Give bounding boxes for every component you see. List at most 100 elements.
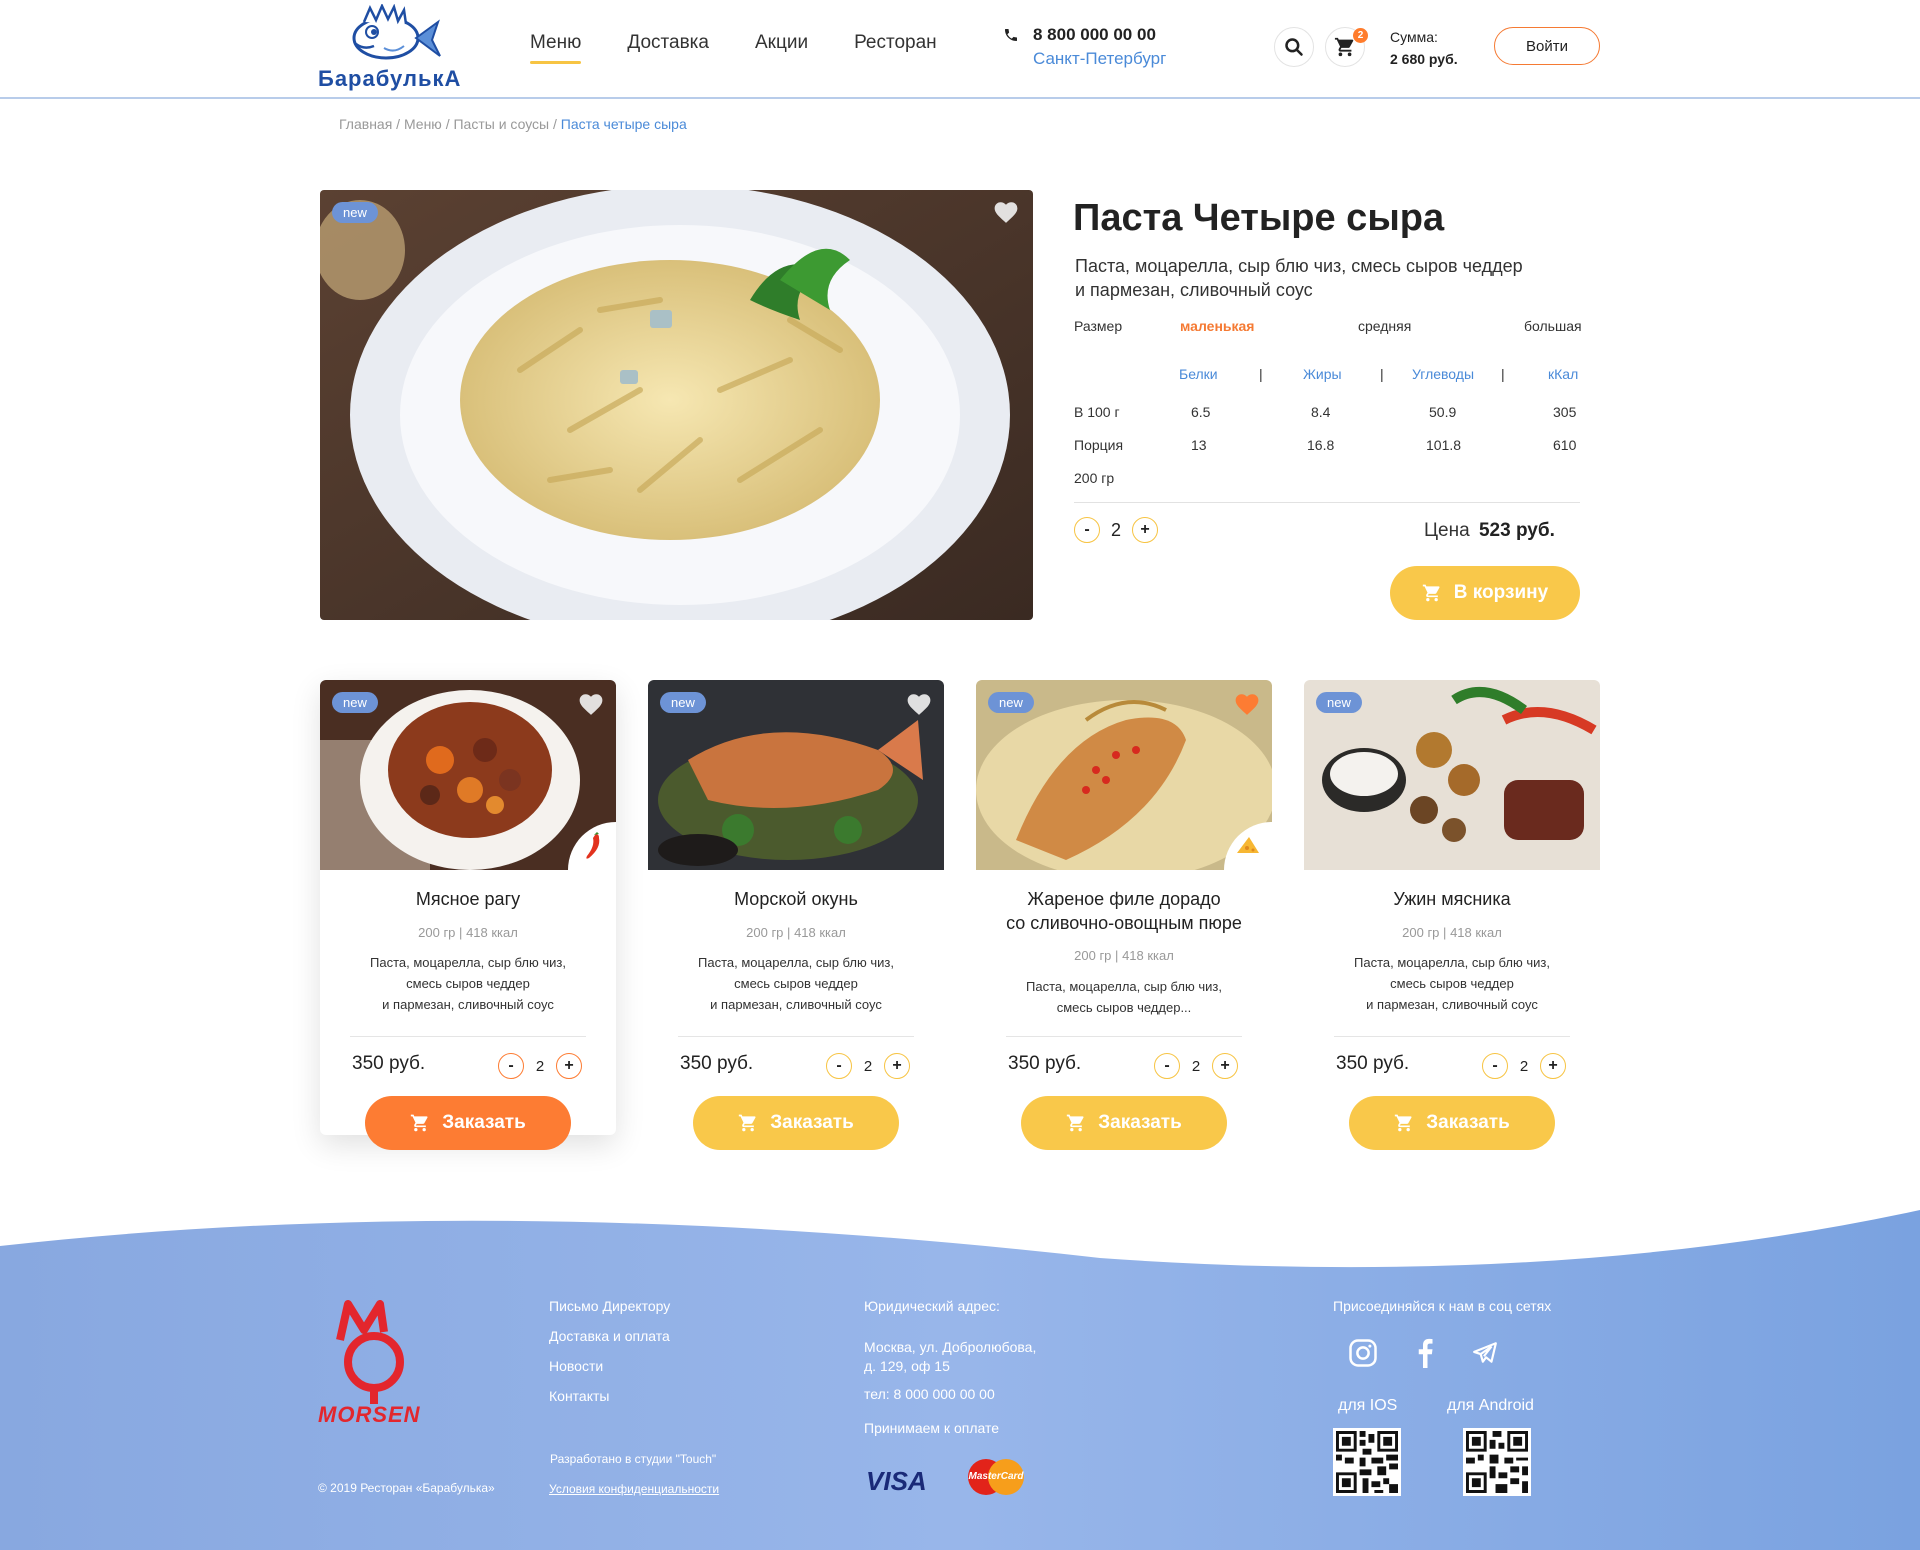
breadcrumb-menu[interactable]: Меню / (404, 116, 450, 132)
quantity-stepper: - 2 + (826, 1053, 910, 1079)
nav-item-delivery[interactable]: Доставка (627, 32, 709, 64)
qty-value[interactable]: 2 (1508, 1058, 1540, 1075)
nutr-value: 50.9 (1429, 404, 1457, 420)
footer-phone[interactable]: тел: 8 000 000 00 00 (864, 1386, 1036, 1402)
card-meta-separator: | (1115, 948, 1119, 963)
product-card[interactable]: new Жареное филе дорадо со сливочно-овощ… (976, 680, 1272, 1150)
add-to-cart-button[interactable]: В корзину (1390, 566, 1580, 620)
card-divider (1334, 1036, 1570, 1037)
qty-value[interactable]: 2 (1100, 520, 1132, 541)
qty-minus-button[interactable]: - (826, 1053, 852, 1079)
order-button[interactable]: Заказать (365, 1096, 571, 1150)
divider (1074, 502, 1580, 503)
nutr-separator: | (1259, 366, 1263, 382)
size-option-small[interactable]: маленькая (1180, 318, 1254, 334)
sum-label: Сумма: (1390, 29, 1438, 45)
footer-link-director[interactable]: Письмо Директору (549, 1298, 670, 1314)
social-heading: Присоединяйся к нам в соц сетях (1333, 1298, 1552, 1314)
card-title: Жареное филе дорадо со сливочно-овощным … (976, 887, 1272, 935)
search-icon (1285, 38, 1303, 56)
search-button[interactable] (1274, 27, 1314, 67)
login-button[interactable]: Войти (1494, 27, 1600, 65)
card-meta-separator: | (787, 925, 791, 940)
qty-value[interactable]: 2 (1180, 1058, 1212, 1075)
card-meta: 200 гр | 418 ккал (976, 948, 1272, 963)
card-kcal: 418 ккал (466, 925, 518, 940)
nutr-row-label: Порция (1074, 437, 1124, 453)
product-card[interactable]: new Мясное рагу 200 гр | 418 ккал Паста,… (320, 680, 616, 1150)
card-kcal: 418 ккал (794, 925, 846, 940)
card-description-line: смесь сыров чеддер... (1056, 1000, 1192, 1015)
cheese-icon (1237, 837, 1259, 853)
order-label: Заказать (770, 1112, 854, 1133)
header-phone[interactable]: 8 800 000 00 00 (1033, 25, 1156, 45)
order-button[interactable]: Заказать (1021, 1096, 1227, 1150)
nav-item-promos[interactable]: Акции (755, 32, 808, 64)
card-weight: 200 гр (1074, 948, 1112, 963)
city-selector[interactable]: Санкт-Петербург (1033, 49, 1166, 69)
contact-block: 8 800 000 00 00 Санкт-Петербург (1003, 25, 1166, 69)
card-description-line: и пармезан, сливочный соус (1366, 997, 1538, 1012)
quantity-stepper: - 2 + (1074, 517, 1158, 543)
nav-item-menu[interactable]: Меню (530, 32, 582, 64)
qty-minus-button[interactable]: - (1154, 1053, 1180, 1079)
card-weight: 200 гр (1402, 925, 1440, 940)
order-button[interactable]: Заказать (693, 1096, 899, 1150)
size-label: Размер (1074, 318, 1123, 334)
favorite-heart-active-icon[interactable] (1234, 692, 1260, 716)
card-kcal: 418 ккал (1122, 948, 1174, 963)
footer-link-contacts[interactable]: Контакты (549, 1388, 670, 1404)
new-badge: new (332, 202, 378, 223)
quantity-stepper: - 2 + (1482, 1053, 1566, 1079)
card-description-line: Паста, моцарелла, сыр блю чиз, (370, 955, 566, 970)
footer-link-delivery[interactable]: Доставка и оплата (549, 1328, 670, 1344)
instagram-icon[interactable] (1348, 1338, 1378, 1368)
product-card[interactable]: new Ужин мясника 200 гр | 418 ккал Паста… (1304, 680, 1600, 1150)
qty-plus-button[interactable]: + (1132, 517, 1158, 543)
breadcrumb-category[interactable]: Пасты и соусы / (453, 116, 556, 132)
order-label: Заказать (1098, 1112, 1182, 1133)
card-description: Паста, моцарелла, сыр блю чиз, смесь сыр… (1324, 952, 1580, 1015)
breadcrumb-home[interactable]: Главная / (339, 116, 400, 132)
facebook-icon[interactable] (1414, 1338, 1436, 1368)
studio-credit[interactable]: Разработано в студии "Touch" (550, 1452, 716, 1466)
qty-plus-button[interactable]: + (1540, 1053, 1566, 1079)
qty-value[interactable]: 2 (524, 1058, 556, 1075)
card-title: Морской окунь (734, 889, 858, 909)
favorite-heart-icon[interactable] (578, 692, 604, 716)
card-divider (350, 1036, 586, 1037)
favorite-heart-icon[interactable] (906, 692, 932, 716)
footer-link-news[interactable]: Новости (549, 1358, 670, 1374)
qty-plus-button[interactable]: + (1212, 1053, 1238, 1079)
telegram-icon[interactable] (1472, 1340, 1498, 1366)
card-meta-separator: | (459, 925, 463, 940)
breadcrumb-current: Паста четыре сыра (560, 116, 687, 132)
cart-sum: Сумма: 2 680 руб. (1390, 26, 1458, 70)
card-weight: 200 гр (418, 925, 456, 940)
privacy-link[interactable]: Условия конфиденциальности (549, 1482, 719, 1496)
qr-code-icon (1466, 1431, 1528, 1493)
product-description: Паста, моцарелла, сыр блю чиз, смесь сыр… (1075, 256, 1523, 300)
product-card[interactable]: new Морской окунь 200 гр | 418 ккал Паст… (648, 680, 944, 1150)
favorite-heart-icon[interactable] (993, 200, 1019, 224)
size-option-large[interactable]: большая (1524, 318, 1582, 334)
sum-value: 2 680 руб. (1390, 51, 1458, 67)
footer-links: Письмо Директору Доставка и оплата Новос… (549, 1298, 670, 1418)
size-option-medium[interactable]: средняя (1358, 318, 1411, 334)
order-button[interactable]: Заказать (1349, 1096, 1555, 1150)
nav-item-restaurant[interactable]: Ресторан (854, 32, 937, 64)
product-price: Цена 523 руб. (1424, 520, 1555, 542)
qty-minus-button[interactable]: - (498, 1053, 524, 1079)
portion-weight: 200 гр (1074, 470, 1115, 486)
qty-plus-button[interactable]: + (884, 1053, 910, 1079)
cart-button[interactable]: 2 (1325, 27, 1368, 67)
logo[interactable]: БарабулькА (318, 4, 460, 92)
qr-code-android[interactable] (1463, 1428, 1531, 1496)
mastercard-logo: MasterCard (966, 1458, 1026, 1496)
qty-minus-button[interactable]: - (1074, 517, 1100, 543)
qr-code-ios[interactable] (1333, 1428, 1401, 1496)
breadcrumb: Главная / Меню / Пасты и соусы / Паста ч… (339, 116, 687, 132)
qty-plus-button[interactable]: + (556, 1053, 582, 1079)
qty-value[interactable]: 2 (852, 1058, 884, 1075)
qty-minus-button[interactable]: - (1482, 1053, 1508, 1079)
